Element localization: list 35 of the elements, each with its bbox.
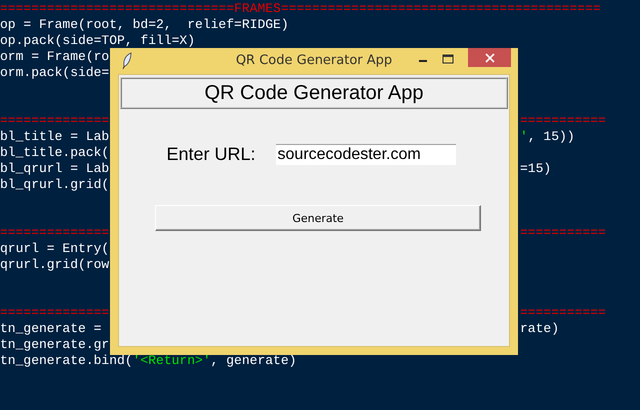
string-literal: ' <box>520 129 528 145</box>
code-text: , generate) <box>210 353 296 369</box>
separator-line: ==============================FRAMES========================================= <box>0 1 601 17</box>
code-text: orm = Frame(ro <box>0 49 110 65</box>
code-text: rate) <box>520 321 560 337</box>
code-text: tn_generate = <box>0 321 102 337</box>
heading-label: QR Code Generator App <box>120 77 508 109</box>
separator-line: =========== <box>520 305 606 321</box>
generate-button[interactable]: Generate <box>155 205 481 231</box>
code-text: bl_qrurl.grid( <box>0 177 110 193</box>
code-text: bl_qrurl = Lab <box>0 161 110 177</box>
code-text: orm.pack(side= <box>0 65 110 81</box>
window-title: QR Code Generator App <box>236 53 392 68</box>
code-text: qrurl = Entry( <box>0 241 110 257</box>
separator-line: ============== <box>0 113 110 129</box>
url-field[interactable]: sourcecodester.com <box>276 144 456 165</box>
string-literal: '<Return>' <box>132 353 211 369</box>
separator-line: ============== <box>0 305 110 321</box>
code-text: , 15)) <box>528 129 575 145</box>
close-icon <box>484 52 494 62</box>
code-text: tn_generate.bind( <box>0 353 133 369</box>
code-text: op = Frame(root, bd=2, relief=RIDGE) <box>0 17 289 33</box>
close-button[interactable] <box>468 48 511 67</box>
separator-line: =========== <box>520 113 606 129</box>
separator-line: ============== <box>0 225 110 241</box>
code-text: tn_generate.gr <box>0 337 110 353</box>
code-text: qrurl.grid(row <box>0 257 110 273</box>
url-label: Enter URL: <box>166 144 256 165</box>
feather-icon <box>122 52 132 70</box>
code-text: op.pack(side=TOP, fill=X) <box>0 33 196 49</box>
separator-line: =========== <box>520 225 606 241</box>
code-text: bl_title.pack( <box>0 145 110 161</box>
code-text: bl_title = Lab <box>0 129 110 145</box>
maximize-icon[interactable] <box>442 54 454 64</box>
code-text: =15) <box>520 161 552 177</box>
